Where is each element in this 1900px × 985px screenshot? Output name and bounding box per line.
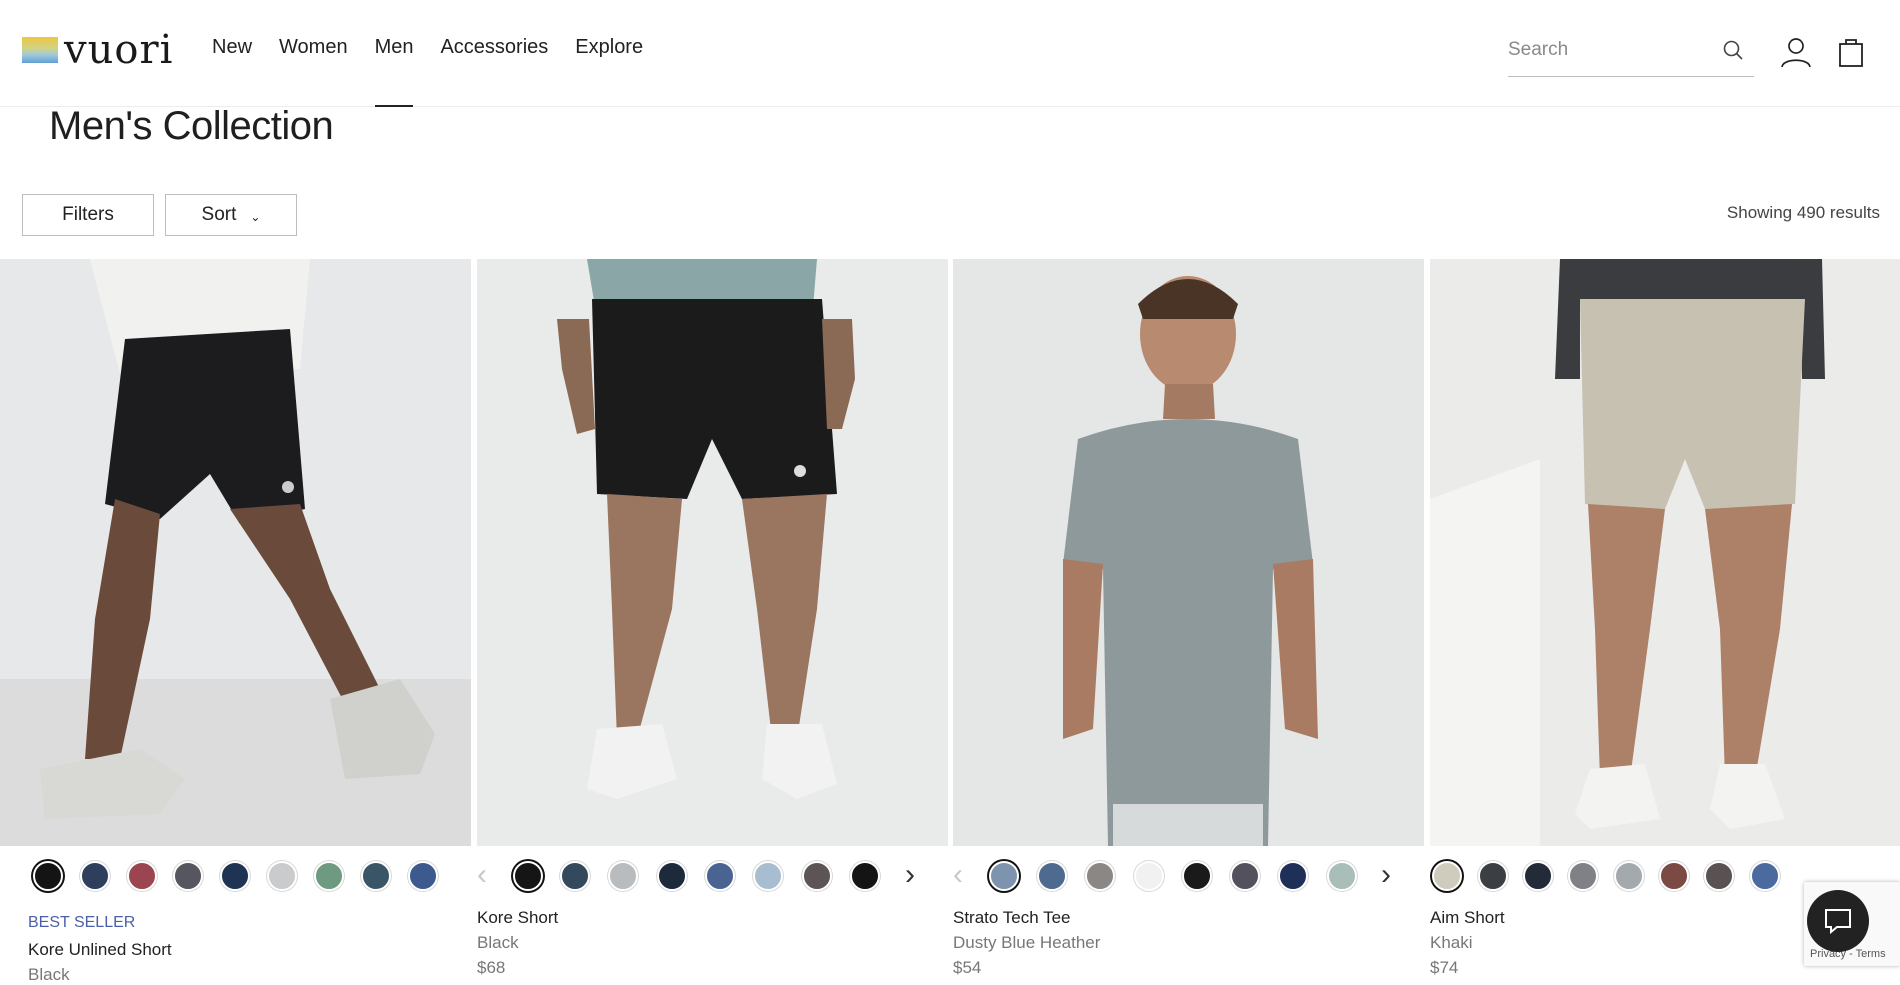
product-color: Black — [477, 933, 519, 952]
swatch[interactable] — [1478, 861, 1508, 891]
product-price: $68 — [477, 958, 506, 977]
swatch[interactable] — [1230, 861, 1260, 891]
swatch[interactable] — [1704, 861, 1734, 891]
swatch[interactable] — [1614, 861, 1644, 891]
nav-new[interactable]: New — [212, 36, 252, 59]
swatch[interactable] — [220, 861, 250, 891]
product-name[interactable]: Strato Tech Tee — [953, 908, 1071, 928]
swatch[interactable] — [989, 861, 1019, 891]
product-color: Black — [28, 965, 70, 984]
product-price: $54 — [953, 958, 982, 977]
filters-button[interactable]: Filters — [22, 194, 154, 236]
product-color: Dusty Blue Heather — [953, 933, 1101, 952]
swatch[interactable] — [1568, 861, 1598, 891]
color-swatches: ‹ › — [477, 853, 948, 901]
swatch[interactable] — [361, 861, 391, 891]
swatch[interactable] — [1659, 861, 1689, 891]
swatch[interactable] — [1432, 861, 1462, 891]
vuori-logo[interactable]: vuori — [22, 30, 173, 70]
account-icon[interactable] — [1780, 36, 1812, 68]
sort-label: Sort — [201, 204, 237, 225]
swatch[interactable] — [408, 861, 438, 891]
logo-text: vuori — [64, 27, 174, 73]
chevron-down-icon: ⌄ — [250, 209, 261, 224]
nav-men[interactable]: Men — [374, 36, 413, 107]
swatch[interactable] — [1327, 861, 1357, 891]
swatch[interactable] — [127, 861, 157, 891]
swatch[interactable] — [173, 861, 203, 891]
product-image[interactable] — [1430, 259, 1900, 846]
color-swatches — [0, 853, 471, 901]
swatch[interactable] — [657, 861, 687, 891]
logo-mark-icon — [22, 37, 58, 63]
color-swatches: ‹ › — [953, 853, 1424, 901]
swatch[interactable] — [314, 861, 344, 891]
product-image[interactable] — [953, 259, 1424, 846]
product-badge: BEST SELLER — [28, 914, 136, 931]
nav-accessories[interactable]: Accessories — [440, 36, 548, 59]
nav-explore[interactable]: Explore — [575, 36, 643, 59]
filters-label: Filters — [62, 204, 114, 225]
swatch[interactable] — [1182, 861, 1212, 891]
product-name[interactable]: Kore Unlined Short — [28, 940, 172, 960]
search-input[interactable] — [1508, 30, 1708, 70]
swatch-prev-arrow[interactable]: ‹ — [477, 860, 487, 890]
results-count: Showing 490 results — [1726, 203, 1880, 222]
swatch[interactable] — [560, 861, 590, 891]
swatch[interactable] — [1037, 861, 1067, 891]
swatch[interactable] — [1523, 861, 1553, 891]
nav-women[interactable]: Women — [279, 36, 348, 59]
product-image[interactable] — [477, 259, 948, 846]
swatch[interactable] — [267, 861, 297, 891]
swatch[interactable] — [753, 861, 783, 891]
swatch[interactable] — [802, 861, 832, 891]
swatch[interactable] — [1278, 861, 1308, 891]
site-header: vuori New Women Men Accessories Explore — [0, 0, 1900, 107]
search-box — [1508, 30, 1754, 77]
swatch[interactable] — [850, 861, 880, 891]
swatch[interactable] — [1750, 861, 1780, 891]
swatch[interactable] — [1085, 861, 1115, 891]
swatch-next-arrow[interactable]: › — [905, 860, 915, 890]
main-nav: New Women Men Accessories Explore — [212, 36, 670, 107]
swatch[interactable] — [1134, 861, 1164, 891]
swatch-next-arrow[interactable]: › — [1381, 860, 1391, 890]
search-icon[interactable] — [1722, 39, 1744, 61]
swatch[interactable] — [513, 861, 543, 891]
cart-icon[interactable] — [1838, 36, 1864, 68]
product-name[interactable]: Aim Short — [1430, 908, 1505, 928]
swatch-prev-arrow[interactable]: ‹ — [953, 860, 963, 890]
swatch[interactable] — [33, 861, 63, 891]
page-title: Men's Collection — [49, 104, 334, 148]
chat-button[interactable] — [1807, 890, 1869, 952]
sort-button[interactable]: Sort ⌄ — [165, 194, 297, 236]
swatch[interactable] — [80, 861, 110, 891]
product-name[interactable]: Kore Short — [477, 908, 558, 928]
product-image[interactable] — [0, 259, 471, 846]
swatch[interactable] — [608, 861, 638, 891]
swatch[interactable] — [705, 861, 735, 891]
product-price: $74 — [1430, 958, 1459, 977]
product-color: Khaki — [1430, 933, 1473, 952]
chat-icon — [1825, 909, 1851, 935]
